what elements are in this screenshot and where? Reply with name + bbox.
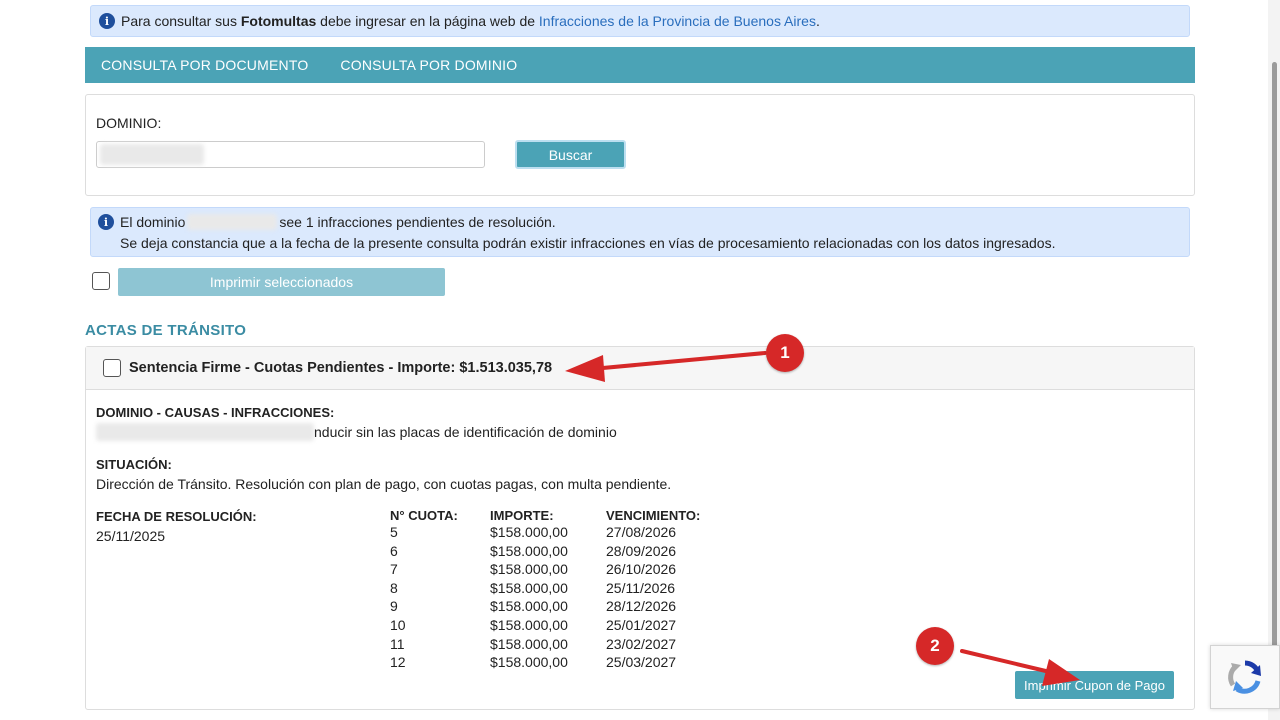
annotation-arrow-1-shaft xyxy=(590,351,767,371)
recaptcha-badge[interactable] xyxy=(1210,645,1280,709)
recaptcha-icon xyxy=(1228,660,1261,694)
annotation-badge-1: 1 xyxy=(766,334,804,372)
annotation-arrow-1-head xyxy=(565,355,605,382)
annotation-badge-2: 2 xyxy=(916,627,954,665)
annotation-arrow-2-shaft xyxy=(960,649,1052,674)
annotation-arrows xyxy=(565,351,1080,686)
annotation-arrow-2-head xyxy=(1042,659,1080,686)
page-scrollbar-thumb[interactable] xyxy=(1272,62,1277,662)
